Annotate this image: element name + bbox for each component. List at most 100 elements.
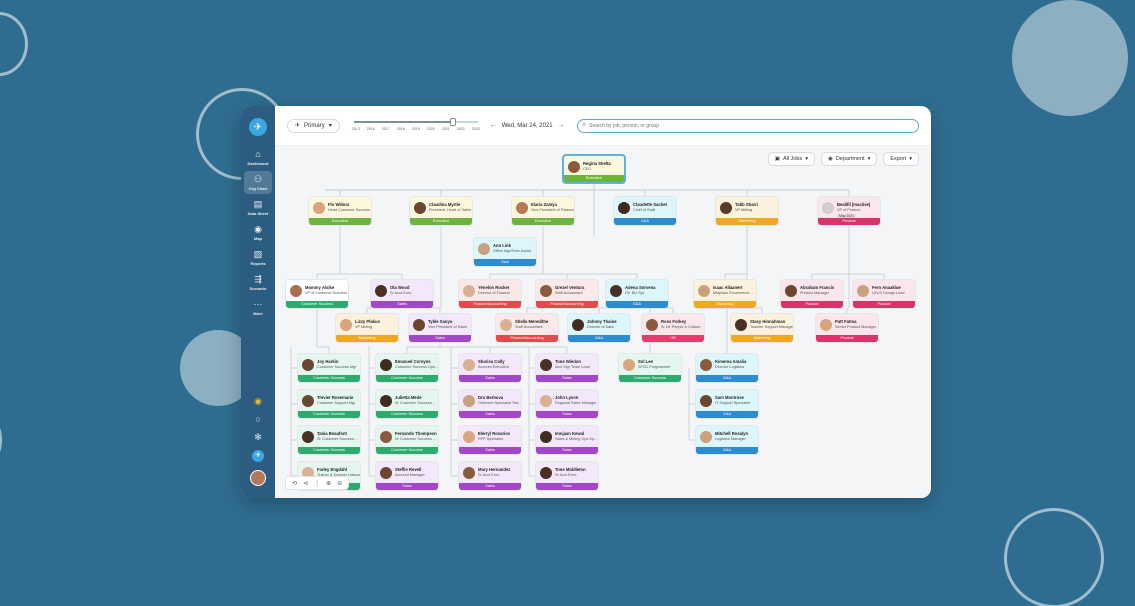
org-card[interactable]: Stasy Hinnahman Teacher Support Manager Ma… (730, 313, 794, 343)
timeline-year[interactable]: 2022 (457, 127, 465, 131)
org-card[interactable]: Grezel Ventura Staff Accountant Finance/Ac… (535, 279, 599, 309)
avatar (540, 467, 552, 479)
org-card[interactable]: Sharisa Colly Account Executive Sales (458, 353, 522, 383)
org-card[interactable]: Ann Link Office Mgr/Exec Assist G&A (473, 237, 537, 267)
org-card[interactable]: Trevier Rosemarie Customer Support Mgr Cus… (297, 389, 361, 419)
org-card[interactable]: Tone Wiedon Acct Mgr Team Lead Sales (535, 353, 599, 383)
job-title: Sales & Mkting Ops Sp... (555, 437, 598, 441)
export-button[interactable]: Export ▾ (883, 152, 919, 166)
timeline-year[interactable]: 2021 (442, 127, 450, 131)
org-card[interactable]: Flo Wilmar Head Customer Success Executive (308, 196, 372, 226)
avatar (540, 359, 552, 371)
zoom-in-icon[interactable]: ⊕ (326, 480, 331, 487)
org-card[interactable]: Lizzy Plakus VP Mkting Marketing (335, 313, 399, 343)
org-card[interactable]: Sol Lee SFDC Programmer Customer Success (618, 353, 682, 383)
org-card[interactable]: Elaria Zamya Vice President of Finance Exe… (511, 196, 575, 226)
sidebar-item-map[interactable]: ◉ Map (244, 221, 272, 244)
all-jobs-label: All Jobs (782, 156, 803, 162)
search-icon[interactable]: ○ (255, 414, 260, 424)
org-card[interactable]: Claudette Sachet Chief of Staff G&A (613, 196, 677, 226)
all-jobs-filter[interactable]: ▣ All Jobs ▾ (767, 152, 815, 166)
org-card[interactable]: Dru Berbova Outreach Specialist Tea... Sal… (458, 389, 522, 419)
search-bar[interactable]: ⌕ (576, 118, 919, 133)
org-card[interactable]: Patt Fatma Senior Product Manager Product (815, 313, 879, 343)
eye-icon[interactable]: ◉ (254, 396, 262, 406)
org-card[interactable]: Claudina Myrtle President, Head of Sales E… (409, 196, 473, 226)
sidebar-bottom: ◉ ○ ✻ ✈ (250, 396, 266, 498)
org-card[interactable]: Regina Shelta CEO Executive (562, 154, 626, 184)
department-label: Sales (536, 447, 598, 454)
person-name: Flo Wilmar (328, 202, 350, 207)
app-logo-icon[interactable]: ✈ (249, 118, 267, 136)
org-card[interactable]: Tyble Sanyo Vice President of Sales Sales (408, 313, 472, 343)
arrow-right-icon[interactable]: → (558, 122, 565, 129)
org-chart-canvas[interactable]: ▣ All Jobs ▾ ◉ Department ▾ Export ▾ ⟲ ⊲… (275, 146, 931, 498)
org-card[interactable]: Mary Hernandez Sr Acct Exec Sales (458, 461, 522, 491)
sidebar-item-scenario[interactable]: ⇶ Scenario (244, 271, 272, 294)
timeline-year[interactable]: 2018 (397, 127, 405, 131)
org-card[interactable]: Adena Sorvena Dir. Biz Sys G&A (605, 279, 669, 309)
timeline-year[interactable]: 2020 (427, 127, 435, 131)
org-card[interactable]: Abraham Francis Product Manager Product (780, 279, 844, 309)
org-card[interactable]: Tabb Sharri VP Mkting Marketing (715, 196, 779, 226)
org-card[interactable]: Steffie Revell Account Manager Sales (375, 461, 439, 491)
department-filter[interactable]: ◉ Department ▾ (821, 152, 878, 166)
org-card[interactable]: Yenelon Rocker Director of Finance Finance… (458, 279, 522, 309)
department-label: Sales (459, 375, 521, 382)
user-avatar[interactable] (250, 470, 266, 486)
org-card[interactable]: Julietta Mede Sr Customer Success ... Cust… (375, 389, 439, 419)
timeline-year[interactable]: 2017 (382, 127, 390, 131)
timeline-year[interactable]: 2016 (367, 127, 375, 131)
fit-icon[interactable]: ⟲ (292, 480, 297, 487)
timeline-year[interactable]: 2019 (412, 127, 420, 131)
org-card[interactable]: Isaac Allaanert Mktplace Ecommerce ... Mar… (693, 279, 757, 309)
org-card[interactable]: Elerryl Rosarios RFP Specialist Sales (458, 425, 522, 455)
org-card[interactable]: Fernando Thompson Sr Customer Success ...… (375, 425, 439, 455)
org-card[interactable]: Bealifil (Inactive) VP of Product May 2021… (817, 196, 881, 226)
org-card[interactable]: Imnjaan Kewal Sales & Mkting Ops Sp... Sal… (535, 425, 599, 455)
org-card[interactable]: John Lyson Regional Sales Manager Sales (535, 389, 599, 419)
org-card[interactable]: Ross Forkey Sr Dir People & Culture HR (641, 313, 705, 343)
org-card[interactable]: Emanuel Cornyns Customer Success Ops... Cu… (375, 353, 439, 383)
avatar (380, 467, 392, 479)
timeline-year[interactable]: 2013 (352, 127, 360, 131)
org-card[interactable]: Shella Meredithe Staff Accountant Finance/… (495, 313, 559, 343)
person-name: Emanuel Cornyns (395, 359, 431, 364)
avatar (700, 431, 712, 443)
avatar (618, 202, 630, 214)
gear-icon[interactable]: ✻ (254, 432, 262, 442)
primary-view-dropdown[interactable]: ✈ Primary ▾ (287, 118, 340, 133)
sidebar-item-more[interactable]: ⋯ More (244, 296, 272, 319)
org-card[interactable]: Tone Middleton Sr Acct Exec Sales (535, 461, 599, 491)
arrow-left-icon[interactable]: ← (490, 122, 497, 129)
org-card[interactable]: Sam Montrose IT Support Specialist G&A (695, 389, 759, 419)
timeline-year[interactable]: 2023 (472, 127, 480, 131)
org-card[interactable]: Tania Beaufont Sr Customer Success ... Cus… (297, 425, 361, 455)
zoom-toolbar: ⟲ ⊲ ⋮ ⊕ ⊖ (285, 476, 350, 490)
org-card[interactable]: Mitchell Rosalyn Logistics Manager G&A (695, 425, 759, 455)
brand-icon[interactable]: ✈ (252, 450, 264, 462)
search-input[interactable] (589, 122, 913, 129)
layout-icon[interactable]: ⊲ (303, 480, 308, 487)
avatar (500, 319, 512, 331)
person-name: Tone Middleton (555, 467, 586, 472)
timeline-slider[interactable]: 2013 2016 2017 2018 2019 2020 2021 2022 2023 (352, 116, 480, 136)
person-name: Fern Anaaklue (872, 285, 901, 290)
person-name: Bealifil (Inactive) (837, 202, 871, 207)
sidebar-item-org-chart[interactable]: ⚇ Org Chart (244, 171, 272, 194)
sidebar-item-data-sheet[interactable]: ▤ Data Sheet (244, 196, 272, 219)
org-card[interactable]: Joy Harkin Customer Success Mgr Customer S… (297, 353, 361, 383)
zoom-out-icon[interactable]: ⊖ (337, 480, 342, 487)
org-card[interactable]: Fern Anaaklue UI/UX Design Lead Product (852, 279, 916, 309)
org-card[interactable]: Kimerea Amalia Director Logistics G&A (695, 353, 759, 383)
chevron-down-icon: ▾ (805, 156, 808, 162)
sidebar-item-reports[interactable]: ▧ Reports (244, 246, 272, 269)
avatar (380, 359, 392, 371)
job-title: Account Executive (478, 365, 510, 369)
org-card[interactable]: Johnny Thaine Director of Data G&A (567, 313, 631, 343)
sidebar-item-dashboard[interactable]: ⌂ Dashboard (244, 146, 272, 169)
org-card[interactable]: Ola Wood Sr Acct Exec Sales (370, 279, 434, 309)
chevron-down-icon: ▾ (909, 156, 912, 162)
timeline-handle[interactable] (449, 117, 456, 126)
org-card[interactable]: Mommy Alsike VP of Customer Success Custom… (285, 279, 349, 309)
